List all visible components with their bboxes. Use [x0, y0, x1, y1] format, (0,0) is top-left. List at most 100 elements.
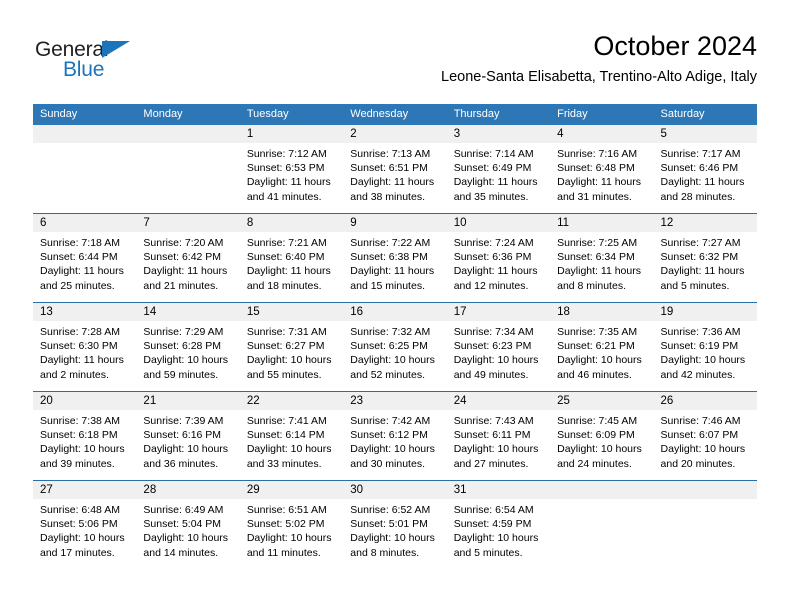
day-cell[interactable]: 4 Sunrise: 7:16 AM Sunset: 6:48 PM Dayli… [550, 125, 654, 213]
day-cell[interactable]: 13 Sunrise: 7:28 AM Sunset: 6:30 PM Dayl… [33, 303, 137, 391]
day-cell[interactable] [136, 125, 240, 213]
day-cell[interactable]: 5 Sunrise: 7:17 AM Sunset: 6:46 PM Dayli… [653, 125, 757, 213]
sunrise-text: Sunrise: 7:45 AM [557, 415, 638, 427]
day-cell[interactable]: 22 Sunrise: 7:41 AM Sunset: 6:14 PM Dayl… [239, 392, 344, 480]
daylight-text-line2: and 55 minutes. [246, 368, 322, 381]
day-number: 31 [446, 481, 551, 499]
day-cell[interactable]: 25 Sunrise: 7:45 AM Sunset: 6:09 PM Dayl… [550, 392, 654, 480]
daylight-text-line2: and 36 minutes. [143, 457, 219, 470]
sunset-text: Sunset: 6:16 PM [143, 429, 222, 442]
sunrise-text: Sunrise: 7:25 AM [557, 237, 638, 249]
day-cell[interactable]: 31 Sunrise: 6:54 AM Sunset: 4:59 PM Dayl… [446, 481, 551, 569]
day-cell[interactable]: 29 Sunrise: 6:51 AM Sunset: 5:02 PM Dayl… [239, 481, 344, 569]
day-cell[interactable]: 24 Sunrise: 7:43 AM Sunset: 6:11 PM Dayl… [446, 392, 551, 480]
day-cell[interactable]: 14 Sunrise: 7:29 AM Sunset: 6:28 PM Dayl… [136, 303, 240, 391]
day-info: Sunrise: 7:32 AM Sunset: 6:25 PM Dayligh… [343, 321, 446, 382]
daylight-text-line1: Daylight: 11 hours [350, 265, 435, 278]
day-number [653, 481, 757, 499]
day-cell[interactable]: 11 Sunrise: 7:25 AM Sunset: 6:34 PM Dayl… [550, 214, 654, 302]
day-cell[interactable]: 28 Sunrise: 6:49 AM Sunset: 5:04 PM Dayl… [136, 481, 240, 569]
day-cell[interactable]: 12 Sunrise: 7:27 AM Sunset: 6:32 PM Dayl… [653, 214, 757, 302]
day-number: 15 [239, 303, 344, 321]
day-info: Sunrise: 7:17 AM Sunset: 6:46 PM Dayligh… [654, 143, 757, 204]
day-number [33, 125, 137, 143]
day-info: Sunrise: 7:24 AM Sunset: 6:36 PM Dayligh… [447, 232, 550, 293]
sunrise-text: Sunrise: 7:18 AM [40, 237, 120, 249]
day-cell[interactable] [653, 481, 757, 569]
day-number: 23 [343, 392, 447, 410]
day-number: 2 [343, 125, 447, 143]
day-number: 27 [33, 481, 137, 499]
logo-word-blue: Blue [63, 58, 105, 81]
weekday-header-sunday: Sunday [40, 108, 78, 120]
day-cell[interactable]: 1 Sunrise: 7:12 AM Sunset: 6:53 PM Dayli… [239, 125, 344, 213]
day-info: Sunrise: 7:14 AM Sunset: 6:49 PM Dayligh… [447, 143, 550, 204]
daylight-text-line2: and 15 minutes. [350, 279, 425, 292]
day-cell[interactable]: 6 Sunrise: 7:18 AM Sunset: 6:44 PM Dayli… [33, 214, 137, 302]
day-cell[interactable]: 9 Sunrise: 7:22 AM Sunset: 6:38 PM Dayli… [343, 214, 447, 302]
sunset-text: Sunset: 5:01 PM [350, 518, 428, 531]
sunset-text: Sunset: 6:09 PM [557, 429, 635, 442]
day-number: 9 [343, 214, 447, 232]
daylight-text-line1: Daylight: 11 hours [660, 265, 745, 278]
day-info: Sunrise: 7:46 AM Sunset: 6:07 PM Dayligh… [654, 410, 757, 471]
blue-triangle-icon [102, 41, 130, 58]
sunset-text: Sunset: 6:44 PM [40, 251, 118, 264]
day-cell[interactable]: 8 Sunrise: 7:21 AM Sunset: 6:40 PM Dayli… [239, 214, 344, 302]
day-number: 8 [239, 214, 344, 232]
sunrise-text: Sunrise: 7:43 AM [453, 415, 534, 427]
sunrise-text: Sunrise: 7:16 AM [557, 148, 638, 160]
day-cell[interactable]: 21 Sunrise: 7:39 AM Sunset: 6:16 PM Dayl… [136, 392, 240, 480]
day-cell[interactable]: 27 Sunrise: 6:48 AM Sunset: 5:06 PM Dayl… [33, 481, 137, 569]
sunset-text: Sunset: 6:42 PM [143, 251, 222, 264]
day-number: 21 [136, 392, 240, 410]
sunrise-text: Sunrise: 6:51 AM [246, 504, 327, 516]
general-blue-logo[interactable]: General Blue [35, 38, 215, 90]
daylight-text-line1: Daylight: 10 hours [246, 532, 332, 545]
daylight-text-line1: Daylight: 11 hours [40, 265, 124, 278]
daylight-text-line2: and 49 minutes. [453, 368, 529, 381]
daylight-text-line2: and 30 minutes. [350, 457, 425, 470]
sunset-text: Sunset: 6:21 PM [557, 340, 635, 353]
day-cell[interactable]: 30 Sunrise: 6:52 AM Sunset: 5:01 PM Dayl… [343, 481, 447, 569]
sunrise-text: Sunrise: 7:21 AM [246, 237, 327, 249]
day-cell[interactable] [550, 481, 654, 569]
day-number: 3 [446, 125, 551, 143]
sunrise-text: Sunrise: 7:35 AM [557, 326, 638, 338]
daylight-text-line2: and 11 minutes. [246, 546, 321, 559]
day-info: Sunrise: 7:25 AM Sunset: 6:34 PM Dayligh… [550, 232, 653, 293]
sunrise-text: Sunrise: 7:34 AM [453, 326, 534, 338]
day-cell[interactable]: 19 Sunrise: 7:36 AM Sunset: 6:19 PM Dayl… [653, 303, 757, 391]
day-cell[interactable]: 10 Sunrise: 7:24 AM Sunset: 6:36 PM Dayl… [446, 214, 551, 302]
daylight-text-line1: Daylight: 10 hours [246, 443, 332, 456]
day-number [136, 125, 240, 143]
day-info: Sunrise: 7:31 AM Sunset: 6:27 PM Dayligh… [240, 321, 343, 382]
day-cell[interactable]: 17 Sunrise: 7:34 AM Sunset: 6:23 PM Dayl… [446, 303, 551, 391]
day-cell[interactable]: 15 Sunrise: 7:31 AM Sunset: 6:27 PM Dayl… [239, 303, 344, 391]
sunrise-text: Sunrise: 7:13 AM [350, 148, 431, 160]
day-cell[interactable]: 20 Sunrise: 7:38 AM Sunset: 6:18 PM Dayl… [33, 392, 137, 480]
day-cell[interactable]: 2 Sunrise: 7:13 AM Sunset: 6:51 PM Dayli… [343, 125, 447, 213]
sunset-text: Sunset: 6:32 PM [660, 251, 739, 264]
day-info [654, 499, 757, 503]
day-info: Sunrise: 7:45 AM Sunset: 6:09 PM Dayligh… [550, 410, 653, 471]
day-number: 1 [239, 125, 344, 143]
daylight-text-line2: and 52 minutes. [350, 368, 425, 381]
day-cell[interactable]: 23 Sunrise: 7:42 AM Sunset: 6:12 PM Dayl… [343, 392, 447, 480]
day-info: Sunrise: 7:35 AM Sunset: 6:21 PM Dayligh… [550, 321, 653, 382]
week-row: 1 Sunrise: 7:12 AM Sunset: 6:53 PM Dayli… [33, 125, 757, 213]
daylight-text-line1: Daylight: 10 hours [40, 532, 125, 545]
sunrise-text: Sunrise: 7:24 AM [453, 237, 534, 249]
day-number: 29 [239, 481, 344, 499]
day-cell[interactable]: 7 Sunrise: 7:20 AM Sunset: 6:42 PM Dayli… [136, 214, 240, 302]
daylight-text-line2: and 20 minutes. [660, 457, 736, 470]
day-cell[interactable]: 16 Sunrise: 7:32 AM Sunset: 6:25 PM Dayl… [343, 303, 447, 391]
daylight-text-line1: Daylight: 10 hours [557, 443, 642, 456]
day-cell[interactable]: 3 Sunrise: 7:14 AM Sunset: 6:49 PM Dayli… [446, 125, 551, 213]
day-info: Sunrise: 7:41 AM Sunset: 6:14 PM Dayligh… [240, 410, 343, 471]
day-number: 30 [343, 481, 447, 499]
day-cell[interactable] [33, 125, 137, 213]
day-cell[interactable]: 26 Sunrise: 7:46 AM Sunset: 6:07 PM Dayl… [653, 392, 757, 480]
sunrise-text: Sunrise: 7:22 AM [350, 237, 431, 249]
day-cell[interactable]: 18 Sunrise: 7:35 AM Sunset: 6:21 PM Dayl… [550, 303, 654, 391]
